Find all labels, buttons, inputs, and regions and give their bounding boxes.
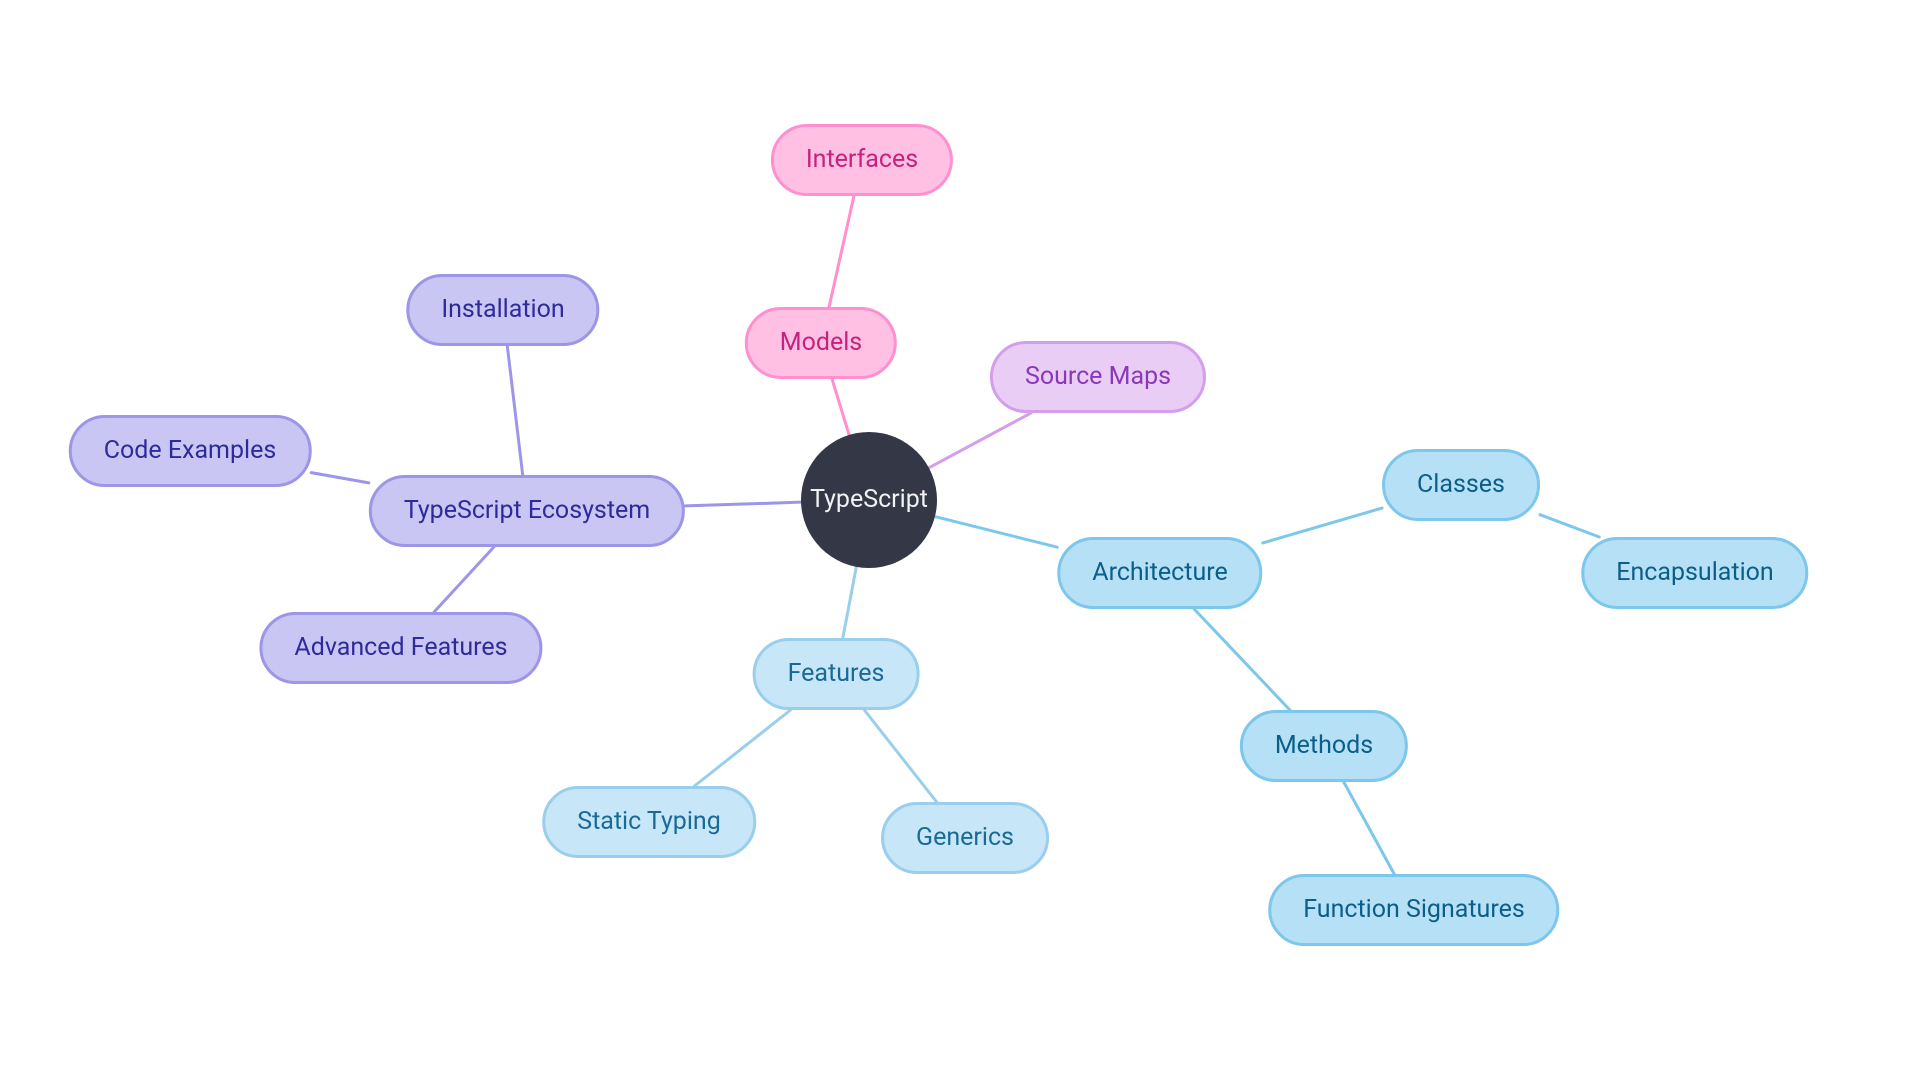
node-label: Advanced Features: [294, 633, 507, 662]
node-label: Models: [780, 328, 862, 357]
node-advanced-features[interactable]: Advanced Features: [259, 612, 542, 684]
edge: [694, 710, 790, 786]
edge: [832, 379, 849, 435]
node-installation[interactable]: Installation: [406, 274, 599, 346]
edge: [507, 346, 522, 475]
node-classes[interactable]: Classes: [1382, 449, 1540, 521]
node-source-maps[interactable]: Source Maps: [990, 341, 1206, 413]
node-label: Static Typing: [577, 807, 721, 836]
node-architecture[interactable]: Architecture: [1057, 537, 1262, 609]
edge: [929, 413, 1031, 468]
edge: [864, 710, 936, 802]
edge: [1194, 609, 1290, 710]
node-label: Function Signatures: [1303, 895, 1524, 924]
node-models[interactable]: Models: [745, 307, 897, 379]
edge: [311, 473, 369, 483]
edge: [685, 502, 801, 506]
edge: [1540, 515, 1599, 537]
node-label: Code Examples: [104, 436, 277, 465]
node-code-examples[interactable]: Code Examples: [69, 415, 312, 487]
node-interfaces[interactable]: Interfaces: [771, 124, 953, 196]
edge: [829, 196, 854, 307]
node-label: Generics: [916, 823, 1014, 852]
node-static-typing[interactable]: Static Typing: [542, 786, 756, 858]
node-root[interactable]: TypeScript: [801, 432, 937, 568]
edge: [843, 567, 857, 638]
node-label: Classes: [1417, 470, 1505, 499]
node-features[interactable]: Features: [753, 638, 920, 710]
node-function-signatures[interactable]: Function Signatures: [1268, 874, 1559, 946]
node-label: Source Maps: [1025, 362, 1171, 391]
node-label: Installation: [441, 295, 564, 324]
node-label: Features: [788, 659, 885, 688]
node-methods[interactable]: Methods: [1240, 710, 1408, 782]
node-root-label: TypeScript: [810, 485, 928, 515]
edge: [935, 517, 1057, 548]
node-generics[interactable]: Generics: [881, 802, 1049, 874]
node-label: Interfaces: [806, 145, 918, 174]
edge: [1344, 782, 1394, 874]
node-label: TypeScript Ecosystem: [404, 496, 650, 525]
node-label: Architecture: [1092, 558, 1227, 587]
node-ecosystem[interactable]: TypeScript Ecosystem: [369, 475, 685, 547]
edge: [434, 547, 494, 612]
edge: [1263, 508, 1382, 543]
node-label: Encapsulation: [1616, 558, 1773, 587]
node-label: Methods: [1275, 731, 1373, 760]
mindmap-canvas: TypeScript TypeScript Ecosystem Installa…: [0, 0, 1920, 1080]
node-encapsulation[interactable]: Encapsulation: [1581, 537, 1808, 609]
